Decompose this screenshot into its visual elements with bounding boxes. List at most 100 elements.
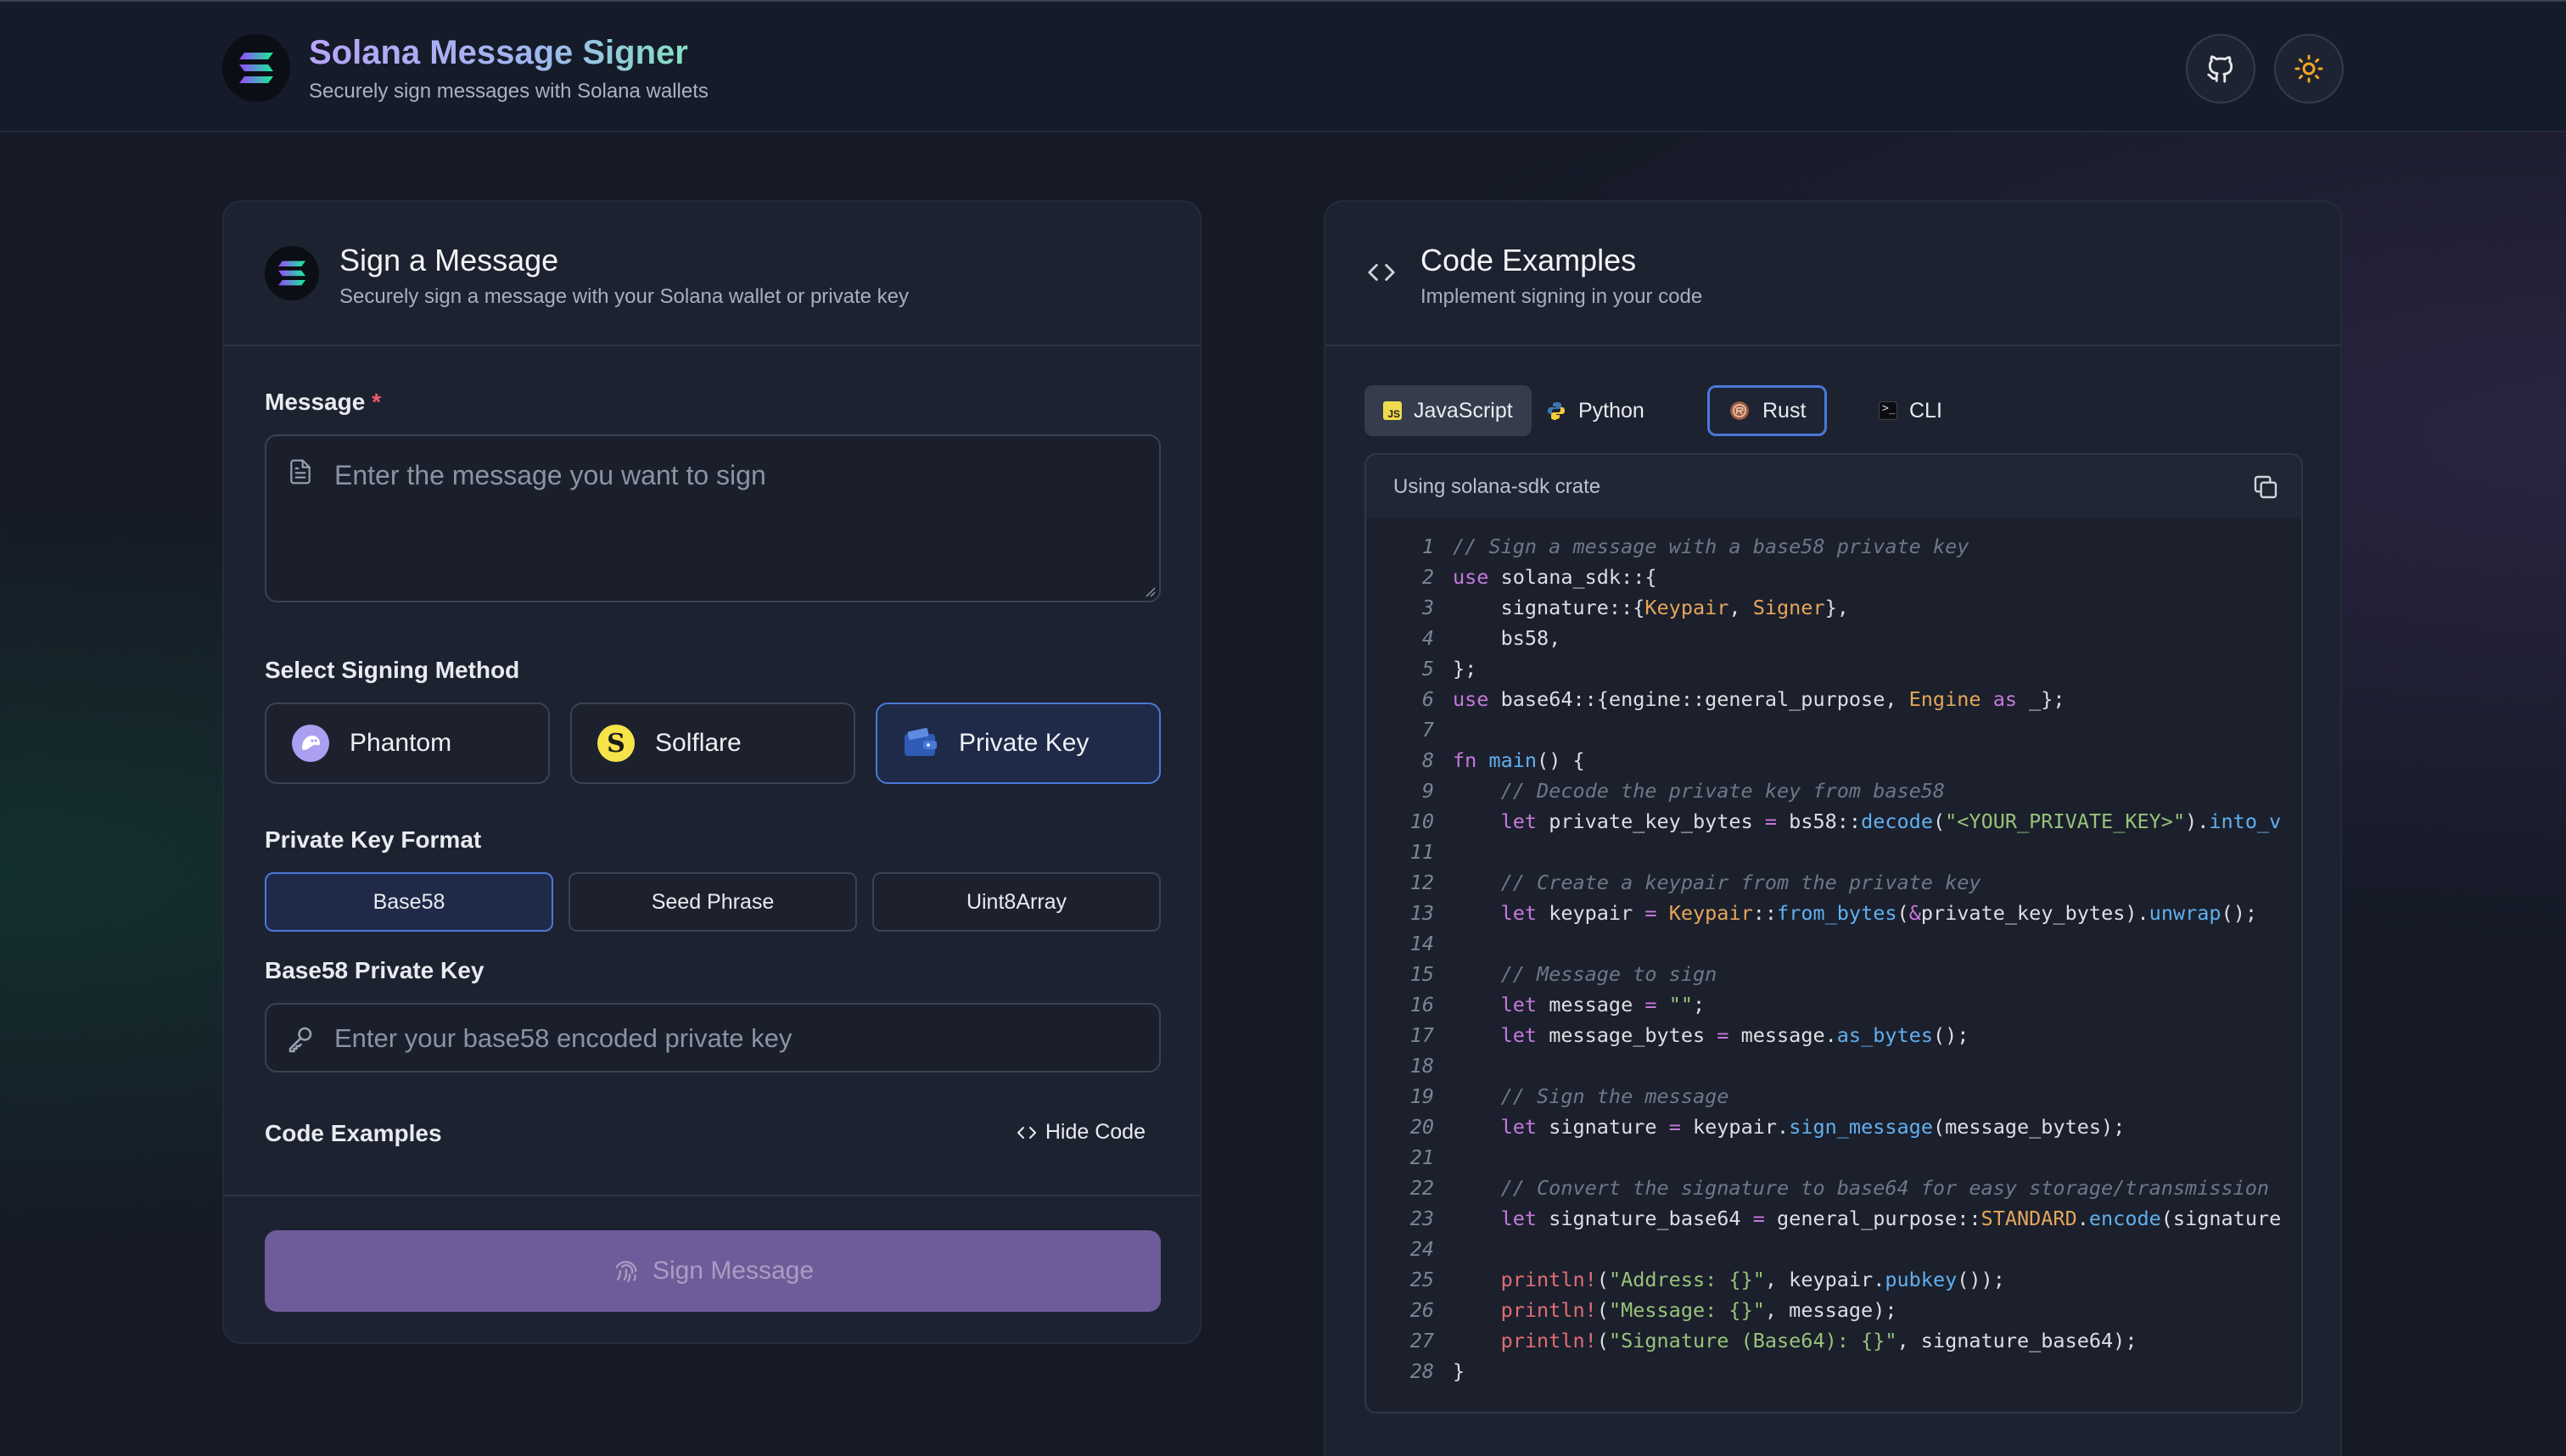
code-token: (: [1596, 1298, 1609, 1322]
format-uint8array-button[interactable]: Uint8Array: [872, 872, 1161, 932]
code-caption: Using solana-sdk crate: [1393, 475, 1601, 498]
code-token: "": [1668, 993, 1693, 1016]
code-token: ::: [1752, 901, 1778, 925]
code-card-header: Code Examples Implement signing in your …: [1325, 202, 2340, 346]
line-number: 11: [1409, 840, 1434, 864]
code-token: () {: [1537, 748, 1585, 772]
code-token: from_bytes: [1777, 901, 1897, 925]
app-title: Solana Message Signer: [309, 34, 688, 71]
code-block: Using solana-sdk crate 1 // Sign a messag…: [1364, 453, 2303, 1414]
tab-python[interactable]: Python: [1527, 385, 1663, 436]
hide-code-button[interactable]: Hide Code: [1015, 1120, 1146, 1145]
tab-javascript-label: JavaScript: [1414, 398, 1513, 423]
phantom-icon: [292, 725, 329, 762]
github-button[interactable]: [2186, 34, 2255, 104]
message-placeholder: Enter the message you want to sign: [334, 460, 766, 490]
method-label: Select Signing Method: [265, 657, 520, 683]
tab-cli[interactable]: >_ CLI: [1860, 385, 1961, 436]
code-line: 28}: [1366, 1356, 1465, 1386]
code-block-header: Using solana-sdk crate: [1366, 455, 2301, 518]
code-token: &: [1908, 901, 1921, 925]
method-label-private-key: Private Key: [959, 729, 1090, 757]
code-line: 27 println!("Signature (Base64): {}", si…: [1366, 1325, 2137, 1356]
code-token: signature_base64: [1537, 1207, 1753, 1230]
code-icon: [1368, 264, 1395, 281]
tab-rust[interactable]: Rust: [1707, 385, 1828, 436]
solana-logo-icon: [265, 246, 319, 300]
code-examples-card: Code Examples Implement signing in your …: [1324, 200, 2342, 1456]
wallet-icon: [905, 727, 937, 756]
code-token: let: [1500, 1023, 1538, 1047]
code-token: ();: [2221, 901, 2258, 925]
method-phantom-button[interactable]: Phantom: [265, 703, 550, 784]
code-token: (: [1596, 1268, 1609, 1291]
format-seed-phrase-button[interactable]: Seed Phrase: [569, 872, 857, 932]
code-card-subtitle: Implement signing in your code: [1420, 285, 1703, 308]
code-token: sign_message: [1789, 1115, 1933, 1139]
code-line: 18: [1366, 1050, 1453, 1081]
copy-icon[interactable]: [2252, 473, 2279, 501]
code-line: 2 use solana_sdk::{: [1366, 562, 1657, 592]
private-key-input[interactable]: Enter your base58 encoded private key: [265, 1003, 1161, 1072]
code-token: },: [1824, 596, 1849, 619]
line-number: 23: [1409, 1207, 1434, 1230]
code-token: let: [1500, 1115, 1538, 1139]
code-token: pubkey: [1885, 1268, 1958, 1291]
method-solflare-button[interactable]: S Solflare: [570, 703, 855, 784]
code-token: keypair: [1537, 901, 1645, 925]
code-line: 8 fn main() {: [1366, 745, 1585, 776]
code-token: as: [1992, 687, 2017, 711]
code-token: .: [2076, 1207, 2089, 1230]
code-token: , signature_base64);: [1896, 1329, 2137, 1352]
rust-icon: [1730, 401, 1749, 420]
hide-code-label: Hide Code: [1045, 1120, 1146, 1144]
method-label-solflare: Solflare: [655, 729, 742, 757]
code-line: 3 signature::{Keypair, Signer},: [1366, 592, 1849, 623]
code-token: signature::{: [1453, 596, 1645, 619]
code-token: use: [1453, 687, 1489, 711]
resize-handle-icon[interactable]: [1142, 584, 1156, 597]
line-number: 8: [1421, 748, 1434, 772]
line-number: 19: [1409, 1084, 1434, 1108]
line-number: 12: [1409, 871, 1434, 894]
code-token: private_key_bytes: [1537, 809, 1765, 833]
line-number: 4: [1421, 626, 1434, 650]
code-token: let: [1500, 901, 1538, 925]
code-token: solana_sdk::{: [1488, 565, 1657, 589]
solflare-icon: S: [597, 725, 635, 762]
code-token: (: [1896, 901, 1909, 925]
code-token: // Sign a message with a base58 private …: [1453, 535, 1969, 558]
code-token: encode: [2088, 1207, 2161, 1230]
line-number: 1: [1421, 535, 1434, 558]
line-number: 17: [1409, 1023, 1434, 1047]
sign-message-button[interactable]: Sign Message: [265, 1230, 1161, 1312]
code-token: STANDARD: [1981, 1207, 2077, 1230]
code-token: use: [1453, 565, 1489, 589]
sign-card-subtitle: Securely sign a message with your Solana…: [339, 285, 909, 308]
format-base58-button[interactable]: Base58: [265, 872, 553, 932]
theme-toggle-button[interactable]: [2274, 34, 2344, 104]
terminal-icon: >_: [1879, 401, 1897, 420]
method-private-key-button[interactable]: Private Key: [876, 703, 1161, 784]
code-token: (: [1932, 809, 1946, 833]
code-token: // Message to sign: [1500, 962, 1717, 986]
message-textarea[interactable]: Enter the message you want to sign: [265, 434, 1161, 602]
key-icon: [289, 1027, 312, 1053]
code-token: =: [1668, 1115, 1681, 1139]
tab-javascript[interactable]: JS JavaScript: [1364, 385, 1532, 436]
code-token: main: [1488, 748, 1538, 772]
code-token: keypair.: [1680, 1115, 1790, 1139]
code-token: // Decode the private key from base58: [1500, 779, 1946, 803]
code-line: 10 let private_key_bytes = bs58::decode(…: [1366, 806, 2282, 837]
format-label: Private Key Format: [265, 826, 482, 853]
sun-icon: [2294, 54, 2323, 83]
code-line: 14: [1366, 928, 1453, 959]
code-token: general_purpose::: [1764, 1207, 1981, 1230]
code-token: "Address: {}": [1608, 1268, 1765, 1291]
